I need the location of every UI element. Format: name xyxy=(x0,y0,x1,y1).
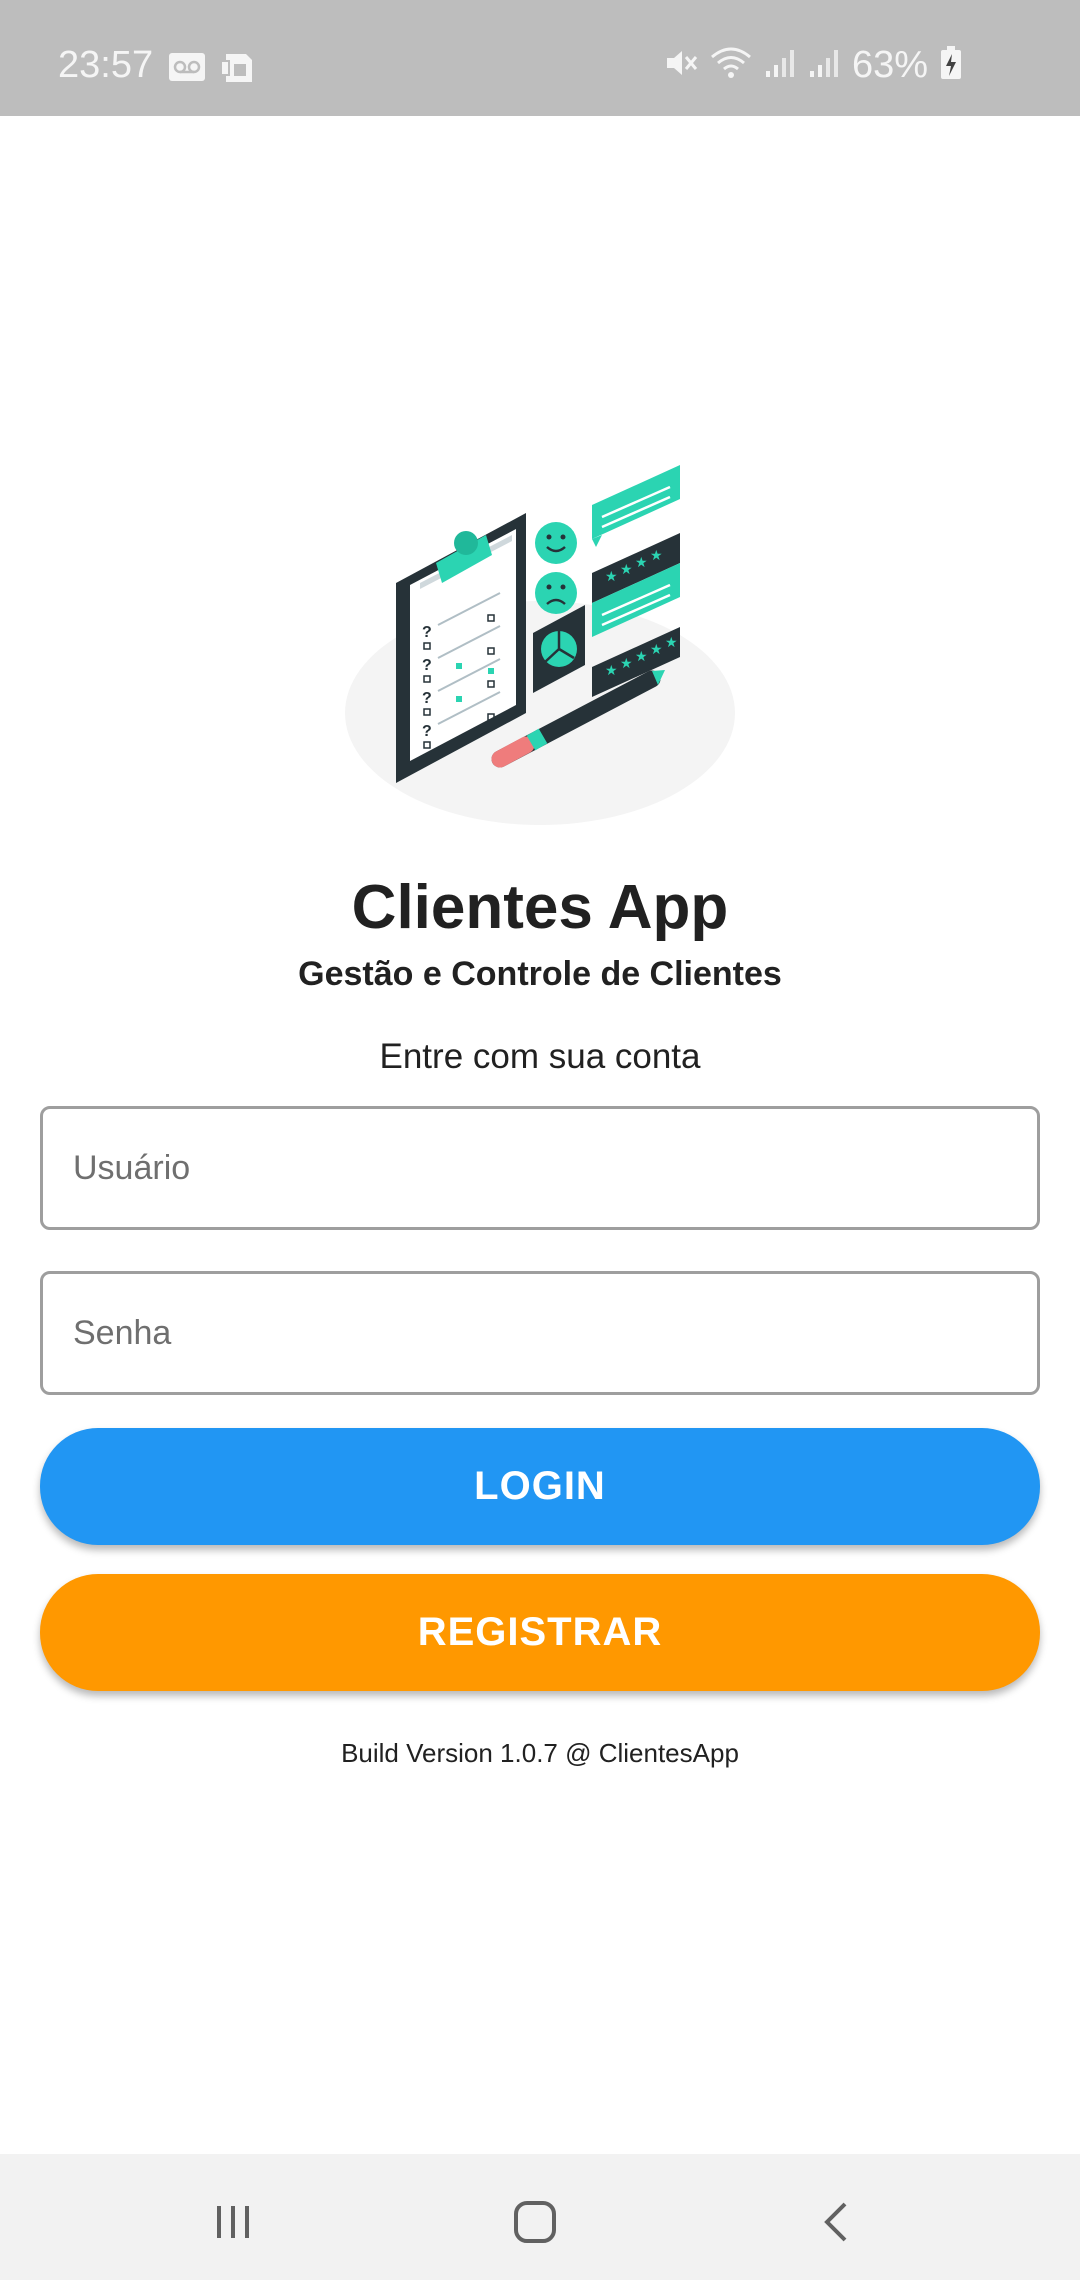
svg-text:★: ★ xyxy=(665,635,678,651)
svg-text:★: ★ xyxy=(635,649,648,665)
svg-text:?: ? xyxy=(422,690,432,707)
voicemail-icon xyxy=(168,52,206,89)
svg-text:?: ? xyxy=(422,723,432,740)
username-input[interactable] xyxy=(43,1109,1037,1227)
build-version: Build Version 1.0.7 @ ClientesApp xyxy=(341,1738,739,1768)
login-button[interactable]: LOGIN xyxy=(40,1428,1040,1545)
svg-text:?: ? xyxy=(422,624,432,641)
status-time: 23:57 xyxy=(58,44,154,86)
mute-icon xyxy=(664,46,698,85)
wifi-icon xyxy=(710,46,752,85)
status-left-icons xyxy=(168,52,254,89)
status-bar: 23:57 63% xyxy=(0,0,1080,116)
battery-icon xyxy=(940,46,962,85)
svg-text:★: ★ xyxy=(605,569,618,585)
app-title: Clientes App xyxy=(351,873,729,942)
svg-text:★: ★ xyxy=(650,548,663,564)
recent-apps-icon[interactable] xyxy=(203,2192,263,2252)
password-field-container xyxy=(40,1271,1040,1395)
svg-text:★: ★ xyxy=(635,555,648,571)
svg-text:★: ★ xyxy=(620,656,633,672)
register-button[interactable]: REGISTRAR xyxy=(40,1574,1040,1691)
clipboard-illustration: ? ? ? ? ★ ★ ★ ★ ★ ★ ★ ★ ★ xyxy=(340,455,740,830)
app-subtitle: Gestão e Controle de Clientes xyxy=(298,955,782,993)
password-input[interactable] xyxy=(43,1274,1037,1392)
svg-text:?: ? xyxy=(422,657,432,674)
battery-percent: 63% xyxy=(851,44,928,86)
login-prompt: Entre com sua conta xyxy=(379,1037,701,1076)
svg-text:★: ★ xyxy=(650,642,663,658)
navigation-bar xyxy=(0,2154,1080,2280)
username-field-container xyxy=(40,1106,1040,1230)
status-right: 63% xyxy=(664,44,962,87)
signal-icon xyxy=(764,47,796,84)
back-icon[interactable] xyxy=(807,2192,867,2252)
svg-text:★: ★ xyxy=(620,562,633,578)
sim-card-icon xyxy=(220,52,254,89)
home-icon[interactable] xyxy=(505,2192,565,2252)
svg-text:★: ★ xyxy=(605,663,618,679)
signal-icon-2 xyxy=(808,47,840,84)
